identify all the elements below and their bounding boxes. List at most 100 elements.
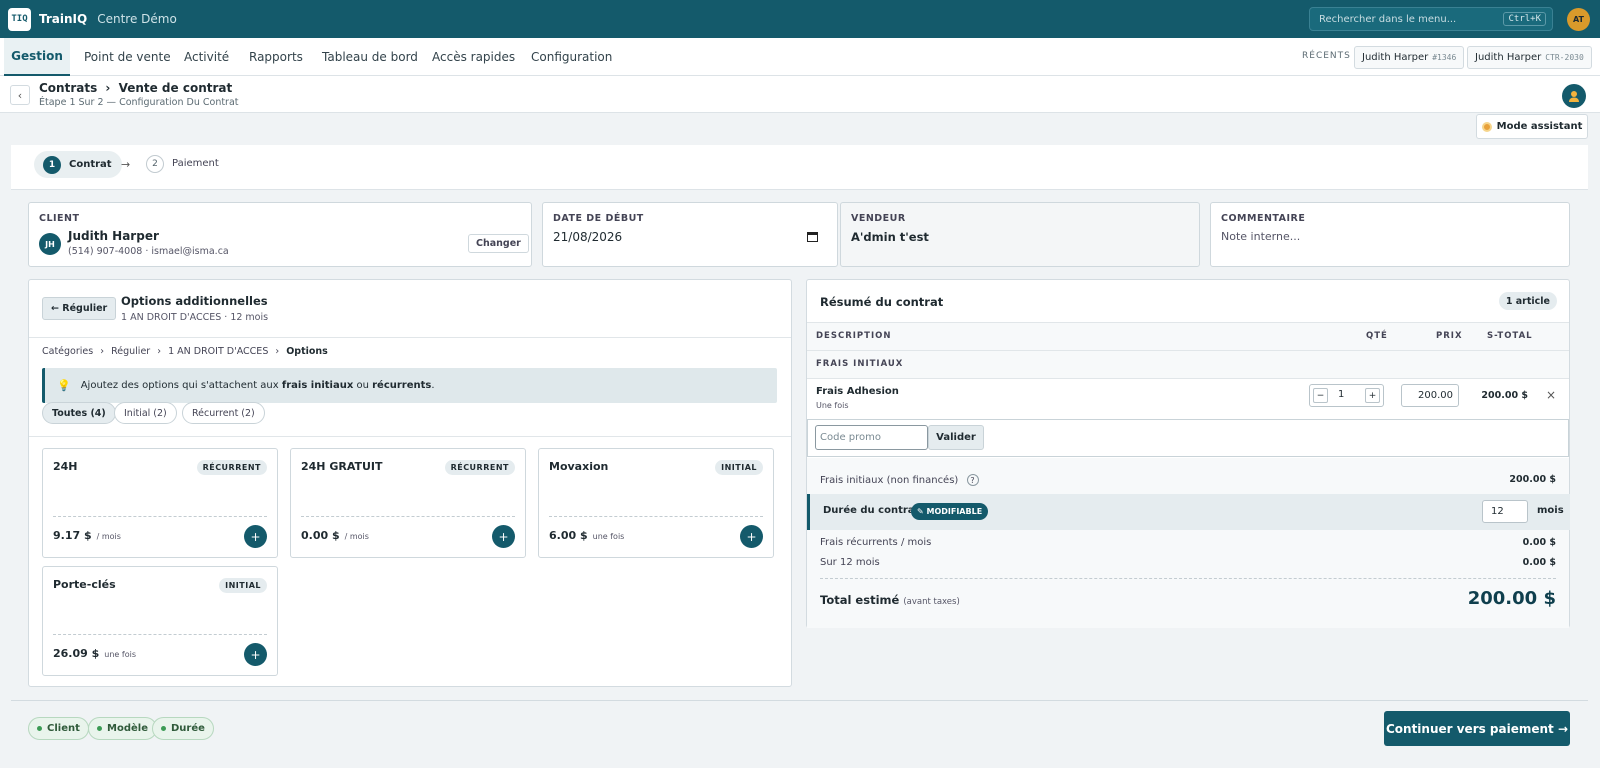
option-price: 0.00 $ / mois [301,529,369,542]
tab-gestion[interactable]: Gestion [4,38,70,76]
page-subtitle: Étape 1 Sur 2 — Configuration Du Contrat [39,97,239,108]
add-option-button[interactable]: + [244,643,267,666]
option-card[interactable]: 24H GRATUIT RÉCURRENT 0.00 $ / mois + [290,448,526,558]
option-title: 24H GRATUIT [301,460,383,473]
item-price-input[interactable]: 200.00 [1401,384,1459,407]
tab-tableau-de-bord[interactable]: Tableau de bord [322,38,418,76]
option-unit: / mois [96,532,121,541]
breadcrumb-current: Vente de contrat [118,81,233,95]
client-name: Judith Harper [68,229,159,243]
step-label-paiement[interactable]: Paiement [172,158,219,169]
recurring-fees-label: Frais récurrents / mois [820,537,932,548]
option-card[interactable]: Movaxion INITIAL 6.00 $ une fois + [538,448,774,558]
crumb-sep: › [275,346,280,357]
duration-input[interactable]: 12 [1482,500,1528,523]
change-client-button[interactable]: Changer [468,234,529,253]
options-tip: 💡 Ajoutez des options qui s'attachent au… [42,368,777,403]
item-frequency: Une fois [816,401,849,410]
person-icon [1569,91,1579,102]
assistant-avatar-icon[interactable] [1562,84,1586,108]
continue-to-payment-button[interactable]: Continuer vers paiement → [1384,711,1570,746]
tab-rapports[interactable]: Rapports [249,38,303,76]
total-label-group: Total estimé (avant taxes) [820,593,960,607]
option-type-badge: RÉCURRENT [444,460,515,475]
crumb-product[interactable]: 1 AN DROIT D'ACCES [168,346,268,357]
menu-search-input[interactable]: Rechercher dans le menu... Ctrl+K [1309,7,1553,31]
filter-initial[interactable]: Initial (2) [114,402,177,424]
divider [29,337,791,338]
recurring-fees-value: 0.00 $ [1522,537,1556,548]
divider [820,578,1556,579]
quantity-value[interactable]: 1 [1338,389,1344,400]
initial-fees-value: 200.00 $ [1509,474,1556,485]
top-bar: TIQ TrainIQ Centre Démo Rechercher dans … [0,0,1600,38]
option-card[interactable]: Porte-clés INITIAL 26.09 $ une fois + [42,566,278,676]
crumb-regulier[interactable]: Régulier [111,346,150,357]
step-arrow: → [121,158,131,171]
user-avatar[interactable]: AT [1567,8,1590,31]
item-count-badge: 1 article [1498,292,1557,310]
comment-field[interactable]: COMMENTAIRE Note interne... [1210,202,1570,267]
decrement-button[interactable]: − [1313,388,1328,403]
options-panel: ← Régulier Options additionnelles 1 AN D… [28,279,792,687]
recent-chip-contract[interactable]: Judith Harper CTR-2030 [1467,46,1592,69]
recent-chip-client[interactable]: Judith Harper #1346 [1354,46,1465,69]
tab-configuration[interactable]: Configuration [531,38,612,76]
tab-activite[interactable]: Activité [184,38,229,76]
step-number-paiement[interactable]: 2 [146,155,164,173]
option-unit: / mois [344,532,369,541]
option-price: 9.17 $ / mois [53,529,121,542]
tab-point-de-vente[interactable]: Point de vente [84,38,171,76]
info-icon[interactable]: ? [966,474,979,486]
step-contrat[interactable]: 1 Contrat [34,151,122,178]
filter-recurrent[interactable]: Récurrent (2) [182,402,265,424]
validate-promo-button[interactable]: Valider [928,425,984,450]
initial-fees-label: Frais initiaux (non financés) [820,475,959,486]
option-card[interactable]: 24H RÉCURRENT 9.17 $ / mois + [42,448,278,558]
footer-divider [11,700,1588,701]
over-term-label: Sur 12 mois [820,557,880,568]
step-number: 1 [43,155,61,174]
promo-code-input[interactable]: Code promo [815,425,928,450]
divider [549,516,763,517]
app-logo[interactable]: TIQ [8,7,31,31]
filter-all[interactable]: Toutes (4) [42,402,116,424]
option-unit: une fois [104,650,136,659]
duration-label: Durée du contrat [823,505,920,516]
back-button[interactable]: ‹ [10,85,30,105]
options-subtitle: 1 AN DROIT D'ACCES · 12 mois [121,312,269,323]
back-to-regulier-button[interactable]: ← Régulier [42,297,117,320]
calendar-icon[interactable] [807,231,818,242]
start-date-field[interactable]: DATE DE DÉBUT 21/08/2026 [542,202,838,267]
recent-code: #1346 [1432,53,1457,62]
recent-name: Judith Harper [1475,52,1542,63]
divider [807,350,1569,351]
centre-name: Centre Démo [97,12,177,26]
seller-value: A'dmin t'est [851,230,929,244]
add-option-button[interactable]: + [740,525,763,548]
crumb-categories[interactable]: Catégories [42,346,93,357]
breadcrumb-bar: ‹ Contrats › Vente de contrat Étape 1 Su… [0,76,1600,113]
breadcrumb-parent[interactable]: Contrats [39,81,97,95]
divider [53,634,267,635]
add-option-button[interactable]: + [492,525,515,548]
assistant-mode-button[interactable]: Mode assistant [1476,114,1588,139]
remove-item-icon[interactable]: × [1546,388,1556,402]
client-label: CLIENT [39,213,80,224]
start-date-value[interactable]: 21/08/2026 [553,230,622,244]
item-name: Frais Adhesion [816,386,899,397]
over-term-value: 0.00 $ [1522,557,1556,568]
initial-fees-row: Frais initiaux (non financés) ? 200.00 $ [820,474,1556,486]
option-price: 26.09 $ une fois [53,647,136,660]
over-term-row: Sur 12 mois 0.00 $ [820,557,1556,568]
col-qty: QTÉ [1366,331,1388,341]
divider [301,516,515,517]
tab-acces-rapides[interactable]: Accès rapides [432,38,515,76]
increment-button[interactable]: + [1365,388,1380,403]
check-dot-icon [161,726,166,731]
comment-label: COMMENTAIRE [1221,213,1306,224]
add-option-button[interactable]: + [244,525,267,548]
duration-unit: mois [1537,505,1564,516]
search-placeholder: Rechercher dans le menu... [1319,13,1457,25]
section-label: FRAIS INITIAUX [816,359,904,369]
